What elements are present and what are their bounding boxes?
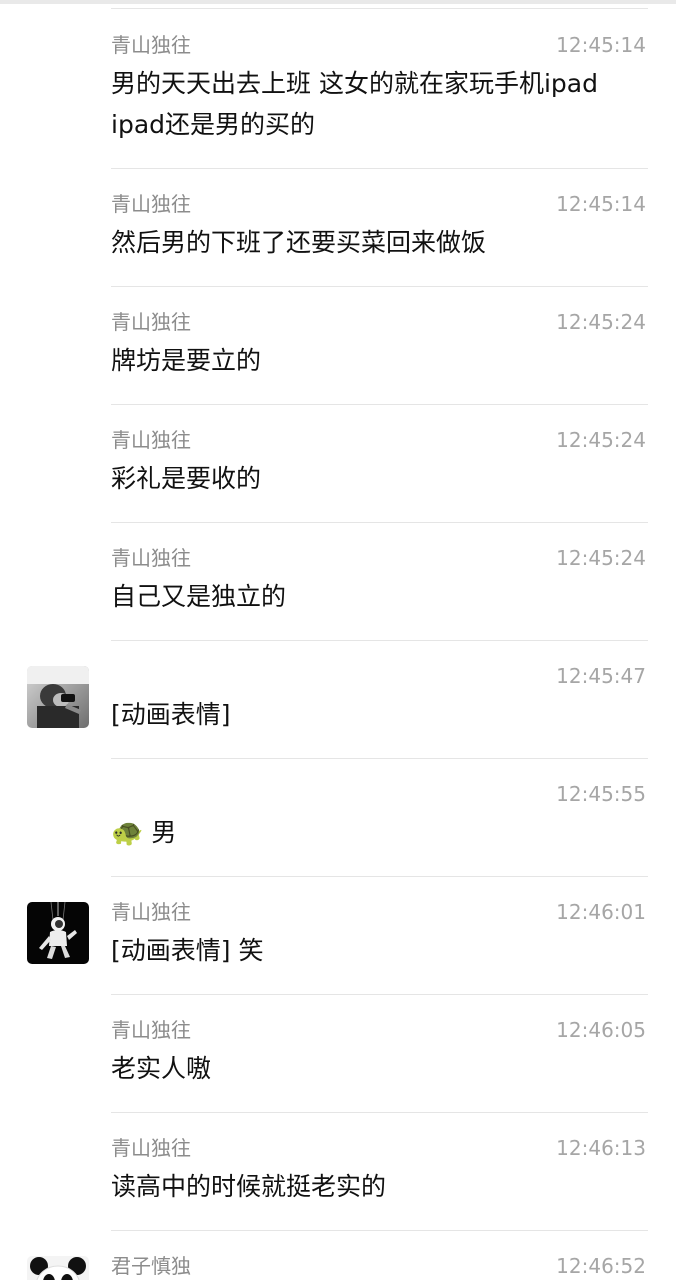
message-text: ipad还是男的买的 (111, 110, 316, 139)
chat-message-list[interactable]: 青山独往 12:45:14 男的天天出去上班 这女的就在家玩手机ipad ipa… (0, 0, 676, 1280)
astronaut-on-black-icon (27, 902, 89, 964)
message-text: 然后男的下班了还要买菜回来做饭 (111, 228, 487, 257)
sender-name: 青山独往 (111, 310, 191, 334)
message-time: 12:45:24 (556, 428, 646, 452)
message-time: 12:45:55 (556, 782, 646, 806)
message-divider (111, 522, 648, 523)
message-text: 读高中的时候就挺老实的 (111, 1172, 387, 1201)
sender-name: 青山独往 (111, 900, 191, 924)
message-time: 12:45:47 (556, 664, 646, 688)
message-text: 彩礼是要收的 (111, 464, 262, 493)
message-text: 🐢 男 (111, 813, 651, 853)
sender-name: 青山独往 (111, 192, 191, 216)
sender-name: 君子慎独 (111, 1254, 191, 1278)
message-divider (111, 876, 648, 877)
message-text: 男的天天出去上班 这女的就在家玩手机ipad (111, 69, 598, 98)
avatar[interactable] (27, 666, 89, 728)
message-divider (111, 640, 648, 641)
turtle-emoji: 🐢 (111, 818, 144, 848)
sender-name: 青山独往 (111, 33, 191, 57)
message-text: 自己又是独立的 (111, 582, 287, 611)
message-divider (111, 994, 648, 995)
message-text: [动画表情] 笑 (111, 936, 264, 965)
message-time: 12:46:13 (556, 1136, 646, 1160)
sender-name: 青山独往 (111, 1136, 191, 1160)
message-time: 12:46:52 (556, 1254, 646, 1278)
message-time: 12:45:24 (556, 310, 646, 334)
message-time: 12:46:05 (556, 1018, 646, 1042)
message-divider (111, 168, 648, 169)
message-text-body: 男 (151, 818, 177, 847)
man-on-phone-photo-icon (27, 666, 89, 728)
message-text: [动画表情] (111, 700, 231, 729)
message-text: 老实人嗷 (111, 1054, 212, 1083)
message-time: 12:45:14 (556, 192, 646, 216)
message-time: 12:46:01 (556, 900, 646, 924)
message-divider (111, 8, 648, 9)
message-text: 牌坊是要立的 (111, 346, 262, 375)
sender-name: 青山独往 (111, 428, 191, 452)
message-divider (111, 1112, 648, 1113)
message-divider (111, 286, 648, 287)
message-divider (111, 1230, 648, 1231)
message-divider (111, 758, 648, 759)
message-divider (111, 404, 648, 405)
avatar[interactable] (27, 902, 89, 964)
panda-avatar-icon (27, 1256, 89, 1280)
sender-name: 青山独往 (111, 546, 191, 570)
sender-name: 青山独往 (111, 1018, 191, 1042)
avatar[interactable] (27, 1256, 89, 1280)
message-time: 12:45:14 (556, 33, 646, 57)
message-time: 12:45:24 (556, 546, 646, 570)
